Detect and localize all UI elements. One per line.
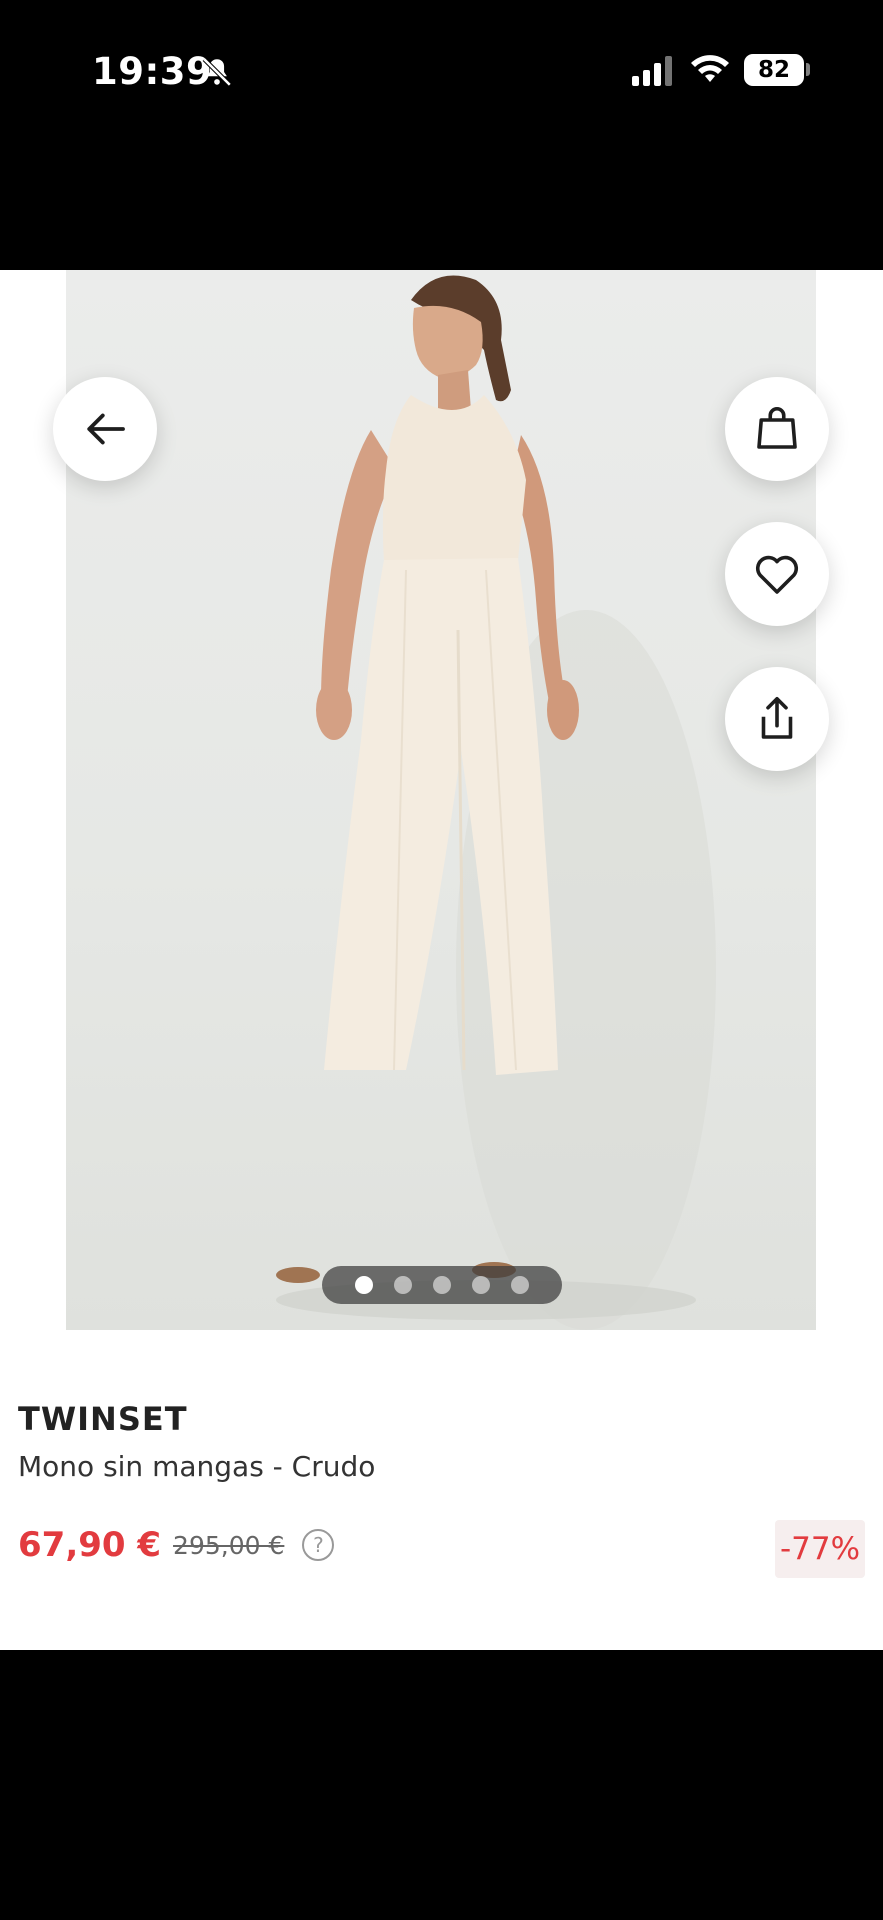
carousel-dot[interactable] <box>511 1276 529 1294</box>
bell-slash-icon <box>202 57 232 87</box>
arrow-left-icon <box>87 413 125 445</box>
discount-badge: -77% <box>775 1520 865 1578</box>
product-photo <box>276 275 716 1330</box>
price-row: 67,90 € 295,00 € ? <box>18 1525 335 1565</box>
product-brand[interactable]: TWINSET <box>18 1400 188 1438</box>
status-time: 19:39 <box>92 50 213 93</box>
carousel-dot[interactable] <box>433 1276 451 1294</box>
back-button[interactable] <box>53 377 157 481</box>
signal-icon <box>632 56 672 86</box>
price-original: 295,00 € <box>173 1530 285 1560</box>
carousel-dot[interactable] <box>394 1276 412 1294</box>
wifi-icon <box>691 55 729 82</box>
shopping-bag-icon <box>757 406 797 449</box>
product-page <box>0 270 883 1650</box>
price-current: 67,90 € <box>18 1525 162 1565</box>
battery-icon: 82 <box>744 54 804 86</box>
share-button[interactable] <box>725 667 829 771</box>
carousel-dot[interactable] <box>472 1276 490 1294</box>
cart-button[interactable] <box>725 377 829 481</box>
heart-icon <box>755 555 799 594</box>
status-bar: 19:39 82 <box>0 0 883 270</box>
carousel-indicator[interactable] <box>322 1266 562 1304</box>
share-icon <box>761 696 793 739</box>
question-circle-icon[interactable]: ? <box>302 1529 335 1561</box>
bottom-area <box>0 1650 883 1920</box>
favorite-button[interactable] <box>725 522 829 626</box>
carousel-dot[interactable] <box>355 1276 373 1294</box>
battery-tip <box>806 63 810 76</box>
product-image[interactable] <box>66 270 816 1330</box>
product-name: Mono sin mangas - Crudo <box>18 1450 376 1483</box>
